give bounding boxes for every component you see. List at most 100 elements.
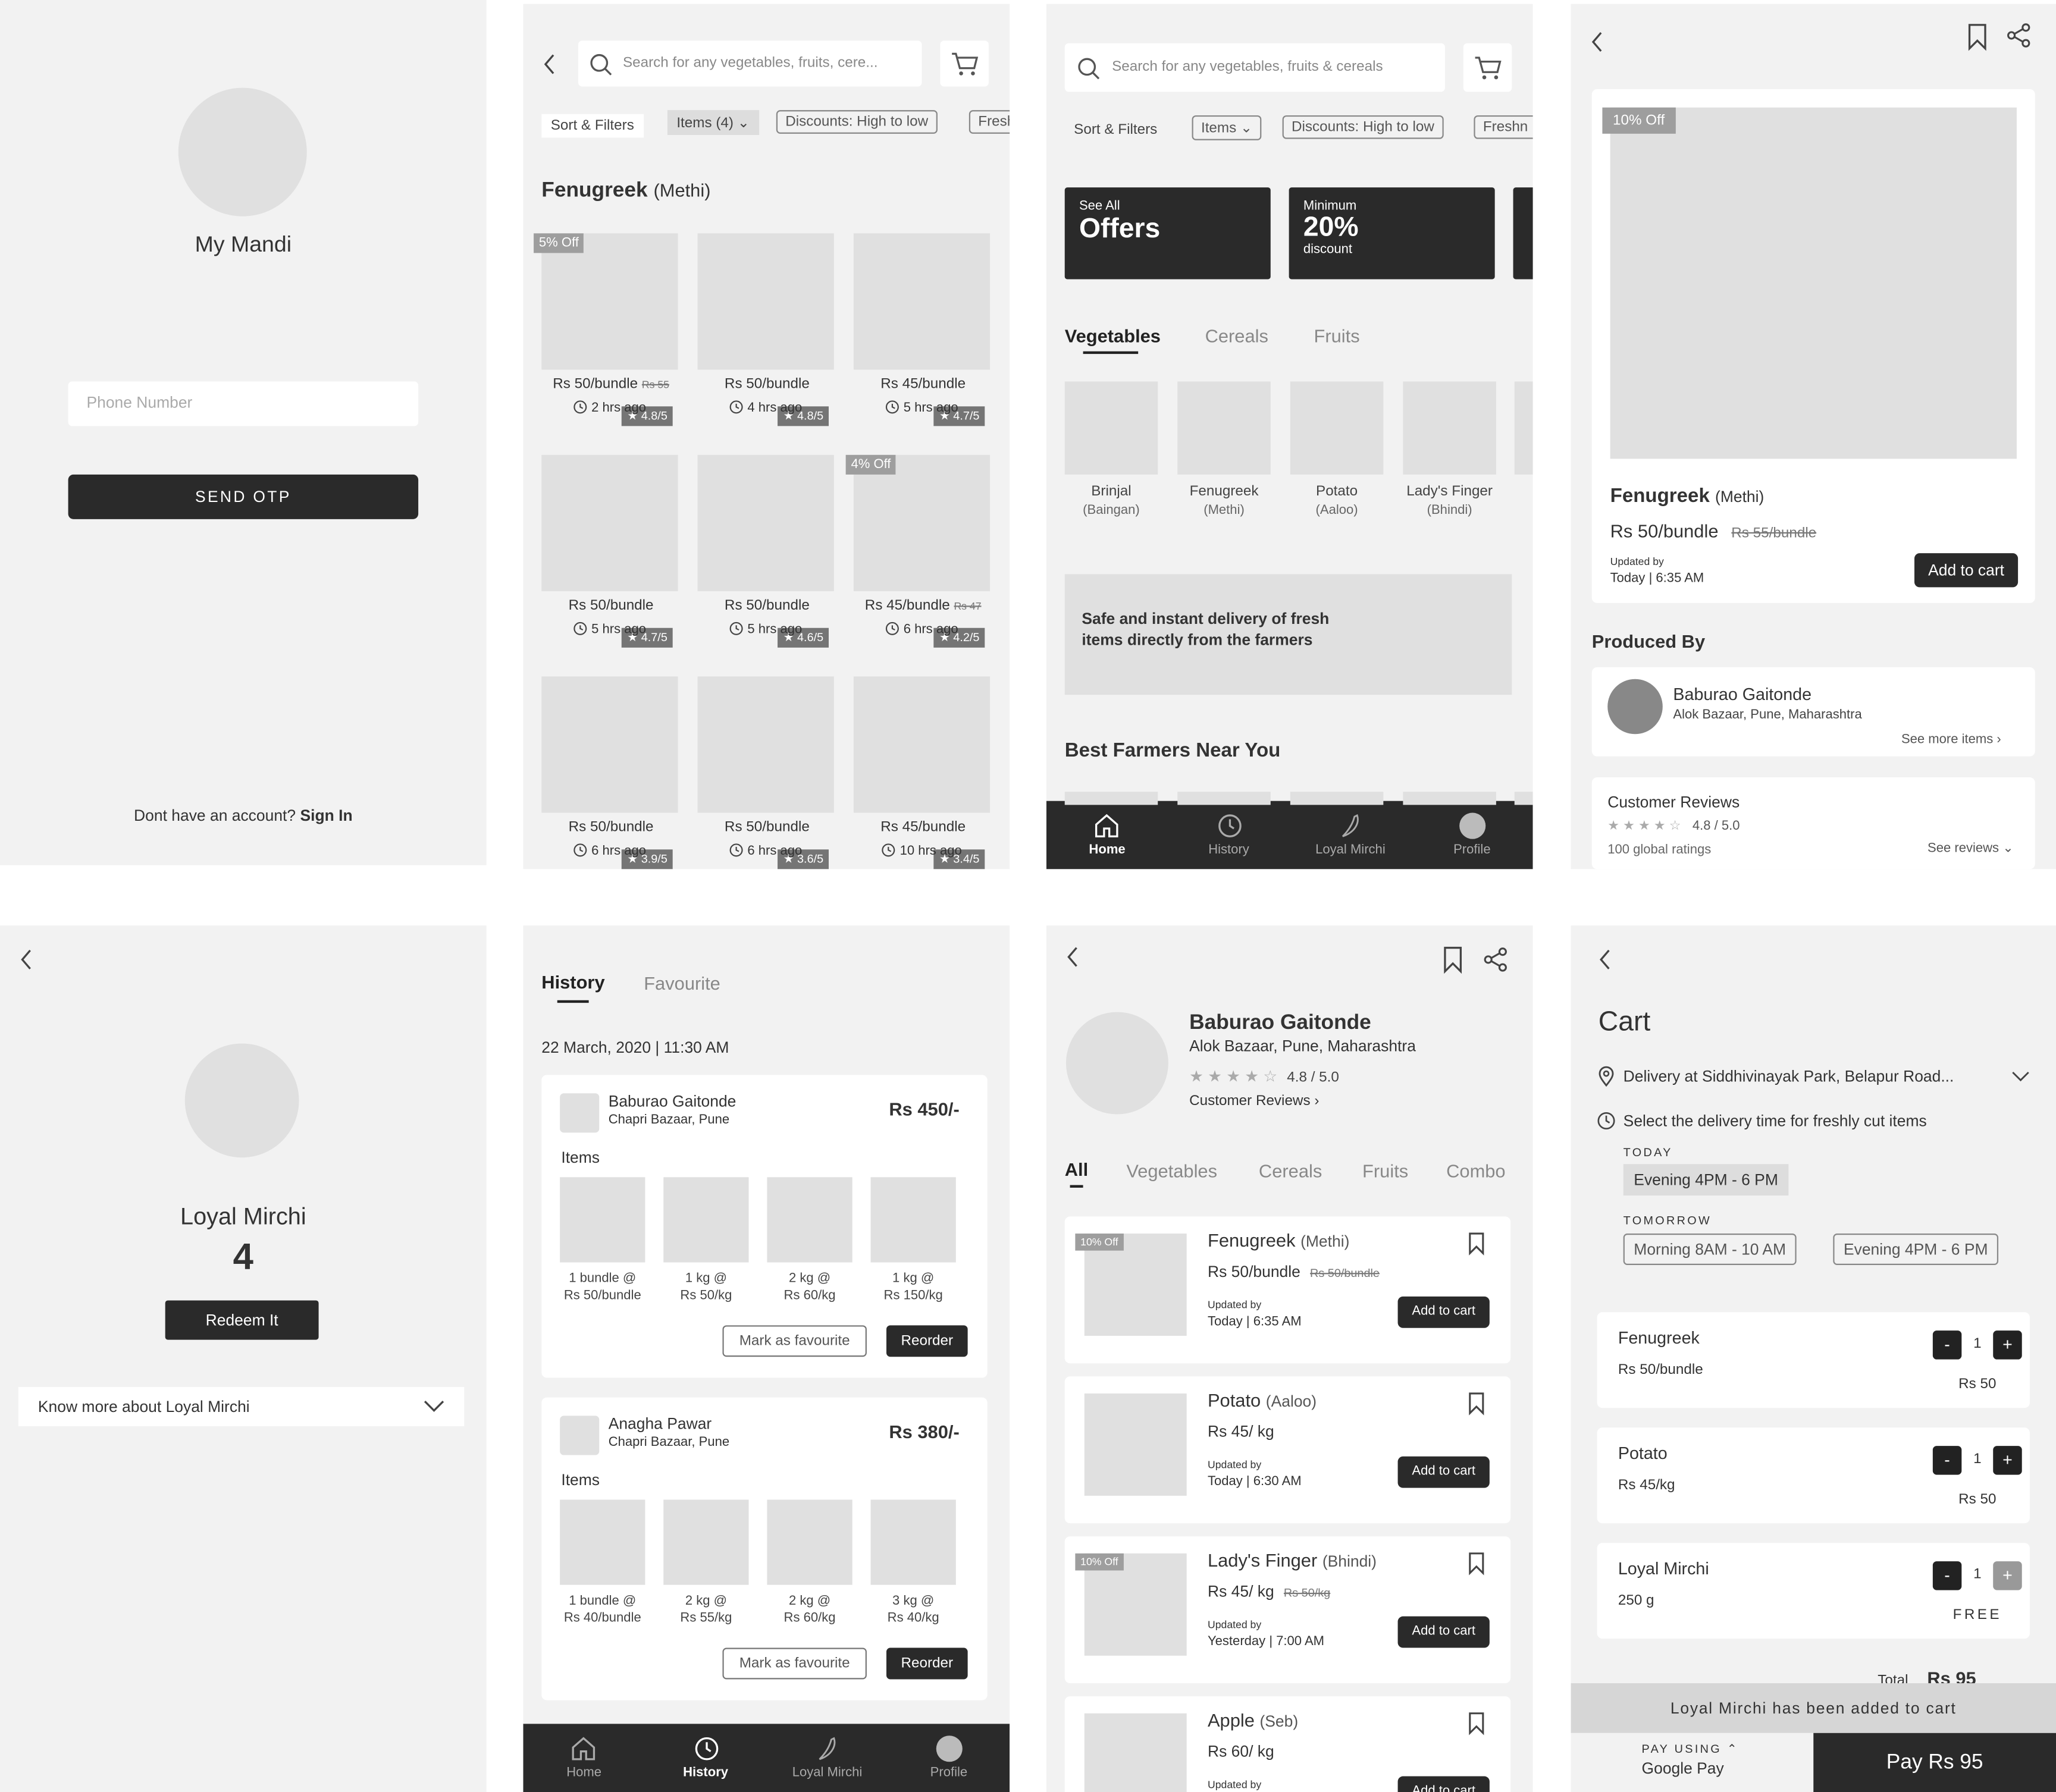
increment-button[interactable]: +	[1993, 1330, 2022, 1360]
add-to-cart-button[interactable]: Add to cart	[1397, 1776, 1490, 1792]
tab-favourite[interactable]: Favourite	[644, 972, 720, 993]
decrement-button[interactable]: -	[1932, 1330, 1962, 1360]
customer-reviews-link[interactable]: Customer Reviews ›	[1189, 1093, 1319, 1109]
farmer-product-card[interactable]: Apple (Seb) Rs 60/ kg Updated by Add to …	[1064, 1696, 1511, 1792]
farmer-card-peek[interactable]	[1290, 792, 1384, 805]
payment-method[interactable]: PAY USING ⌃ Google Pay	[1571, 1733, 1814, 1792]
phone-field[interactable]: Phone Number	[68, 381, 419, 426]
items-filter-chip[interactable]: Items ⌄	[1192, 115, 1262, 140]
add-to-cart-button[interactable]: Add to cart	[1914, 553, 2019, 588]
back-arrow-icon[interactable]	[1065, 945, 1080, 969]
discount-card[interactable]: Minimum 20% discount	[1289, 187, 1495, 280]
tab-cereals[interactable]: Cereals	[1259, 1160, 1322, 1181]
cart-button[interactable]	[1463, 43, 1512, 92]
farmer-product-card[interactable]: 10% Off Lady's Finger (Bhindi) Rs 45/ kg…	[1064, 1536, 1511, 1684]
product-tile[interactable]: ★ 3.9/5 Rs 50/bundle 6 hrs ago	[541, 676, 678, 870]
cart-button[interactable]	[940, 40, 989, 87]
know-more-accordion[interactable]: Know more about Loyal Mirchi	[18, 1386, 465, 1427]
search-input[interactable]: Search for any vegetables, fruits & cere…	[1112, 59, 1383, 74]
vegetable-category[interactable]: Lady's Finger (Bhindi)	[1403, 381, 1496, 518]
bookmark-icon[interactable]	[1467, 1391, 1485, 1416]
farmer-product-card[interactable]: 10% Off Fenugreek (Methi) Rs 50/bundle R…	[1064, 1216, 1511, 1364]
freshness-filter-chip[interactable]: Freshn	[1474, 115, 1533, 139]
farmer-card-peek[interactable]	[1064, 792, 1158, 805]
sort-filters-chip[interactable]: Sort & Filters	[541, 114, 644, 138]
product-tile[interactable]: 5% Off ★ 4.8/5 Rs 50/bundle Rs 55 2 hrs …	[534, 233, 678, 430]
back-arrow-icon[interactable]	[541, 52, 557, 76]
vegetable-category[interactable]: Potato (Aaloo)	[1290, 381, 1384, 518]
share-icon[interactable]	[2006, 22, 2032, 48]
back-arrow-icon[interactable]	[1589, 30, 1604, 54]
sort-filters-chip[interactable]: Sort & Filters	[1065, 118, 1167, 142]
bookmark-icon[interactable]	[1467, 1231, 1485, 1256]
increment-button[interactable]: +	[1993, 1561, 2022, 1590]
tab-combo[interactable]: Combo	[1446, 1160, 1505, 1181]
back-arrow-icon[interactable]	[1597, 948, 1613, 972]
tab-fruits[interactable]: Fruits	[1362, 1160, 1408, 1181]
search-input[interactable]: Search for any vegetables, fruits, cere.…	[623, 55, 878, 71]
back-arrow-icon[interactable]	[18, 948, 34, 972]
today-slot[interactable]: Evening 4PM - 6 PM	[1623, 1164, 1789, 1196]
send-otp-button[interactable]: SEND OTP	[68, 474, 419, 519]
add-to-cart-button[interactable]: Add to cart	[1397, 1456, 1490, 1488]
search-bar[interactable]: Search for any vegetables, fruits, cere.…	[578, 40, 922, 87]
farmer-card[interactable]: Baburao Gaitonde Alok Bazaar, Pune, Maha…	[1591, 667, 2035, 757]
add-to-cart-button[interactable]: Add to cart	[1397, 1296, 1490, 1328]
discount-filter-chip[interactable]: Discounts: High to low	[776, 110, 938, 134]
farmer-product-card[interactable]: Potato (Aaloo) Rs 45/ kg Updated by Toda…	[1064, 1376, 1511, 1524]
offer-card-peek[interactable]	[1513, 187, 1533, 280]
bookmark-icon[interactable]	[1443, 945, 1463, 974]
product-tile[interactable]: 4% Off ★ 4.2/5 Rs 45/bundle Rs 47 6 hrs …	[845, 454, 991, 652]
product-tile[interactable]: ★ 3.6/5 Rs 50/bundle 6 hrs ago	[697, 676, 834, 870]
nav-history[interactable]: History	[645, 1724, 766, 1792]
delivery-address[interactable]: Delivery at Siddhivinayak Park, Belapur …	[1624, 1067, 1954, 1085]
tab-all[interactable]: All	[1065, 1159, 1088, 1179]
tab-vegetables[interactable]: Vegetables	[1065, 325, 1161, 346]
product-tile[interactable]: ★ 3.4/5 Rs 45/bundle 10 hrs ago	[853, 676, 991, 870]
vegetable-peek[interactable]	[1514, 381, 1533, 475]
tomorrow-slot-morning[interactable]: Morning 8AM - 10 AM	[1623, 1234, 1797, 1265]
product-tile[interactable]: ★ 4.7/5 Rs 50/bundle 5 hrs ago	[541, 454, 678, 652]
reorder-button[interactable]: Reorder	[886, 1325, 968, 1357]
items-filter-chip[interactable]: Items (4) ⌄	[667, 110, 759, 136]
decrement-button[interactable]: -	[1932, 1446, 1962, 1475]
increment-button[interactable]: +	[1993, 1446, 2022, 1475]
product-tile[interactable]: ★ 4.7/5 Rs 45/bundle 5 hrs ago	[853, 233, 991, 430]
chevron-down-icon[interactable]	[2011, 1070, 2030, 1083]
tab-cereals[interactable]: Cereals	[1205, 325, 1268, 346]
discount-filter-chip[interactable]: Discounts: High to low	[1282, 115, 1444, 139]
decrement-button[interactable]: -	[1932, 1561, 1962, 1590]
vegetable-category[interactable]: Brinjal (Baingan)	[1064, 381, 1158, 518]
mark-favourite-button[interactable]: Mark as favourite	[722, 1647, 867, 1680]
pay-button[interactable]: Pay Rs 95	[1813, 1733, 2056, 1792]
redeem-button[interactable]: Redeem It	[165, 1300, 319, 1340]
nav-home[interactable]: Home	[523, 1724, 644, 1792]
bookmark-icon[interactable]	[1467, 1551, 1485, 1576]
sign-in-link[interactable]: Sign In	[300, 806, 352, 825]
nav-loyal-mirchi[interactable]: Loyal Mirchi	[766, 1724, 888, 1792]
nav-home[interactable]: Home	[1046, 801, 1168, 870]
nav-loyal-mirchi[interactable]: Loyal Mirchi	[1290, 801, 1411, 870]
offers-card[interactable]: See All Offers	[1064, 187, 1271, 280]
nav-history[interactable]: History	[1168, 801, 1289, 870]
bookmark-icon[interactable]	[1967, 22, 1988, 51]
product-tile[interactable]: ★ 4.8/5 Rs 50/bundle 4 hrs ago	[697, 233, 834, 430]
tab-fruits[interactable]: Fruits	[1314, 325, 1360, 346]
nav-profile[interactable]: Profile	[1411, 801, 1532, 870]
see-more-items-link[interactable]: See more items ›	[1901, 733, 2001, 747]
add-to-cart-button[interactable]: Add to cart	[1397, 1616, 1490, 1648]
nav-profile[interactable]: Profile	[888, 1724, 1010, 1792]
tomorrow-slot-evening[interactable]: Evening 4PM - 6 PM	[1833, 1234, 1999, 1265]
freshness-filter-chip[interactable]: Fresh	[969, 110, 1010, 134]
see-reviews-link[interactable]: See reviews ⌄	[1928, 842, 2014, 856]
farmer-card-peek[interactable]	[1514, 792, 1533, 805]
mark-favourite-button[interactable]: Mark as favourite	[722, 1325, 867, 1357]
farmer-card-peek[interactable]	[1403, 792, 1496, 805]
product-tile[interactable]: ★ 4.6/5 Rs 50/bundle 5 hrs ago	[697, 454, 834, 652]
tab-vegetables[interactable]: Vegetables	[1126, 1160, 1217, 1181]
search-bar[interactable]: Search for any vegetables, fruits & cere…	[1064, 43, 1445, 92]
bookmark-icon[interactable]	[1467, 1711, 1485, 1735]
reorder-button[interactable]: Reorder	[886, 1647, 968, 1680]
farmer-card-peek[interactable]	[1177, 792, 1271, 805]
tab-history[interactable]: History	[541, 971, 604, 992]
